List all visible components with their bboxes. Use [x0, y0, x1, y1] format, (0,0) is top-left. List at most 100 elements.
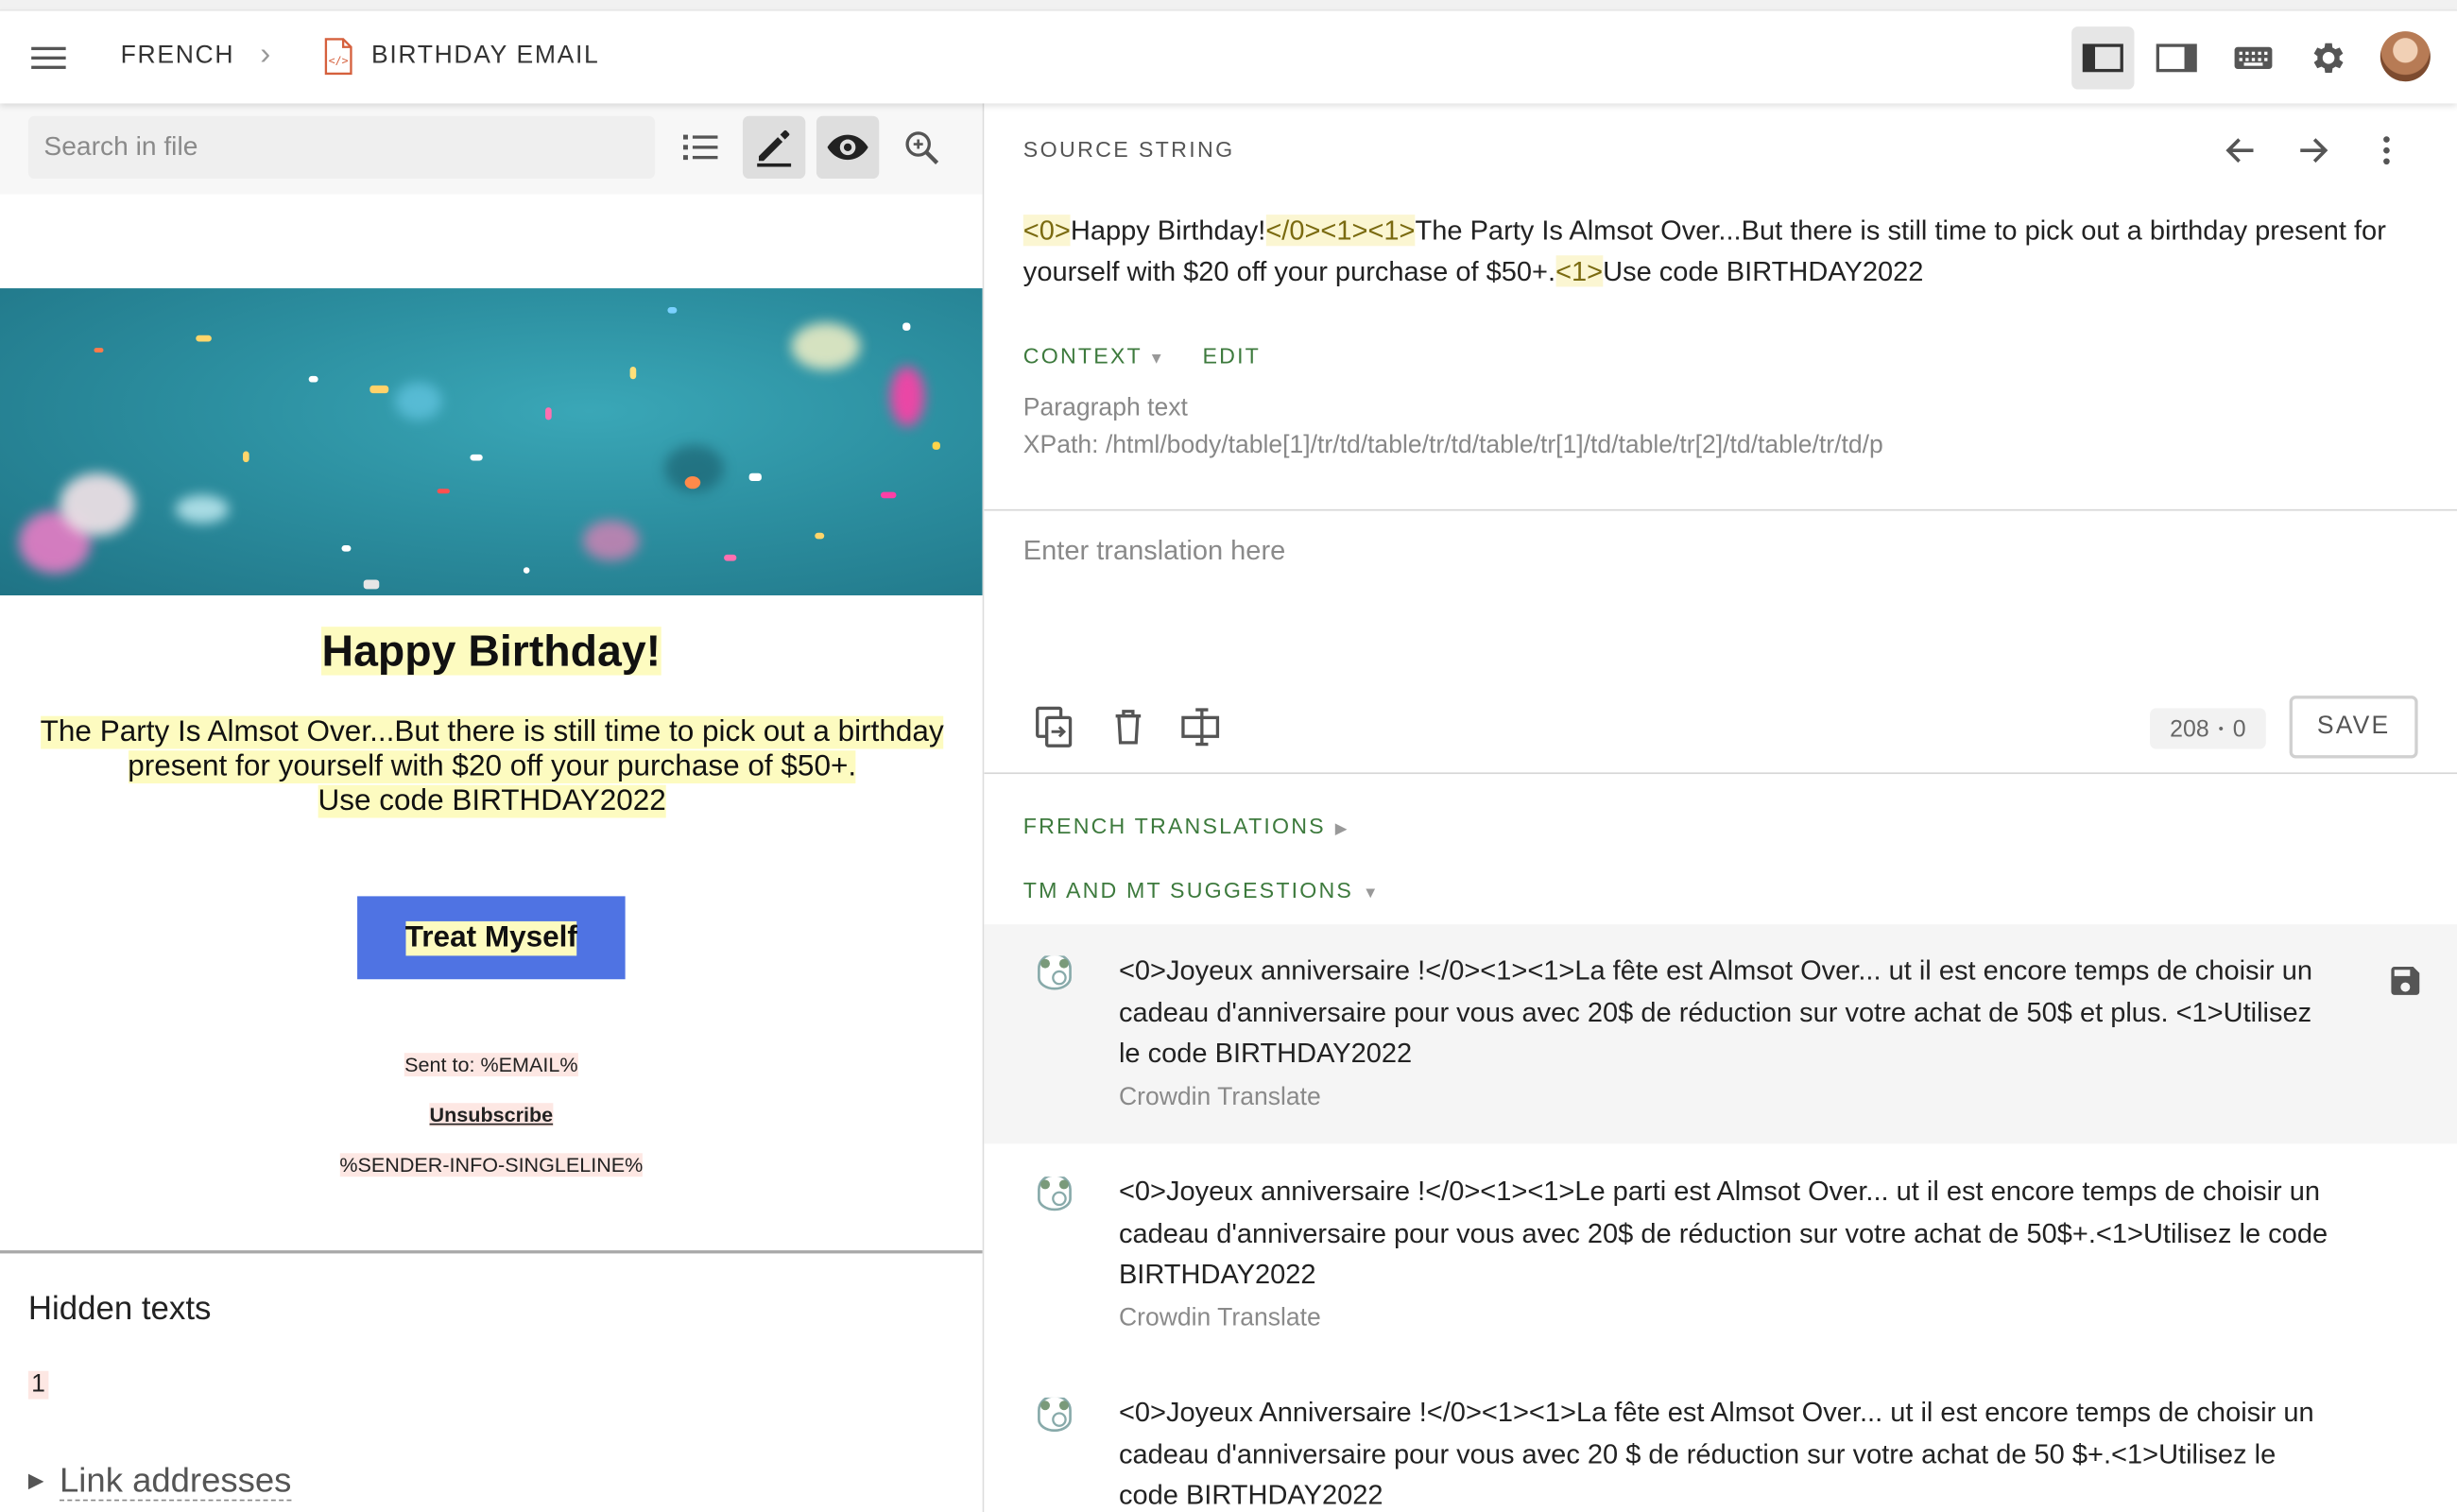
html-file-icon: </>	[323, 38, 354, 76]
arrow-left-icon[interactable]	[2219, 129, 2262, 172]
suggestion-source: Crowdin Translate	[1118, 1305, 1321, 1332]
confetti	[684, 476, 701, 490]
trash-icon[interactable]	[1105, 703, 1152, 750]
menu-icon[interactable]	[31, 41, 69, 72]
app-root: FRENCH › </> BIRTHDAY EMAIL Search in fi…	[0, 0, 2457, 1512]
divider	[984, 508, 2457, 511]
bokeh	[791, 322, 861, 370]
hidden-texts-title: Hidden texts	[27, 1291, 212, 1328]
tm-mt-toggle[interactable]: TM AND MT SUGGESTIONS ▼	[1023, 877, 1381, 902]
unsubscribe-link[interactable]: Unsubscribe	[0, 1103, 983, 1126]
divider	[0, 1250, 983, 1254]
confetti	[667, 306, 678, 314]
tm-mt-label: TM AND MT SUGGESTIONS	[1022, 877, 1354, 903]
tag-1[interactable]: <1>	[1555, 255, 1604, 287]
counter-translation: 0	[2232, 714, 2246, 743]
context-toggle[interactable]: CONTEXT	[1023, 343, 1143, 369]
tag-close-0[interactable]: </0><1><1>	[1265, 215, 1416, 247]
bokeh	[60, 472, 135, 537]
triangle-right-icon: ▶	[1334, 820, 1349, 839]
bokeh	[582, 520, 640, 561]
svg-text:</>: </>	[329, 54, 349, 67]
confetti	[369, 385, 389, 394]
source-segment: Happy Birthday!	[1070, 215, 1266, 247]
confetti	[815, 532, 825, 540]
sent-to: Sent to: %EMAIL%	[404, 1053, 578, 1077]
divider	[984, 772, 2457, 775]
confetti	[363, 579, 380, 590]
pencil-icon[interactable]	[742, 115, 806, 180]
cta-label: Treat Myself	[404, 920, 577, 955]
zoom-icon[interactable]	[890, 116, 953, 179]
eye-icon[interactable]	[816, 115, 880, 180]
save-button[interactable]: SAVE	[2289, 696, 2418, 759]
counter-source: 208	[2170, 714, 2209, 743]
suggestion-text: <0>Joyeux Anniversaire !</0><1><1>La fêt…	[1118, 1396, 2314, 1511]
confetti	[196, 335, 212, 342]
bokeh	[889, 366, 925, 426]
layout-left-icon[interactable]	[2071, 26, 2135, 90]
sender-info: %SENDER-INFO-SINGLELINE%	[339, 1153, 644, 1177]
breadcrumb-file[interactable]: BIRTHDAY EMAIL	[371, 43, 599, 71]
email-body-line2: present for yourself with $20 off your p…	[128, 750, 857, 783]
triangle-down-icon: ▼	[1363, 885, 1381, 903]
translation-input[interactable]	[1022, 534, 2403, 676]
suggestion-text: <0>Joyeux anniversaire !</0><1><1>Le par…	[1118, 1175, 2328, 1290]
copy-source-icon[interactable]	[1031, 703, 1078, 750]
confetti	[932, 441, 940, 450]
context-text: Paragraph text	[1022, 394, 1188, 422]
confetti	[724, 554, 737, 561]
breadcrumb-language[interactable]: FRENCH	[121, 43, 235, 71]
confetti	[243, 451, 249, 463]
suggestion-text: <0>Joyeux anniversaire !</0><1><1>La fêt…	[1118, 954, 2313, 1069]
top-bar: FRENCH › </> BIRTHDAY EMAIL	[0, 9, 2457, 104]
confetti	[437, 489, 450, 494]
email-body-line1: The Party Is Almsot Over...But there is …	[40, 715, 944, 749]
bokeh	[394, 382, 442, 421]
link-addresses-label: Link addresses	[60, 1460, 292, 1502]
save-icon[interactable]	[2386, 962, 2424, 1000]
char-counter: 208 • 0	[2150, 708, 2266, 749]
confetti	[341, 544, 352, 552]
confetti	[748, 472, 762, 482]
suggestion-item[interactable]: <0>Joyeux Anniversaire !</0><1><1>La fêt…	[984, 1366, 2457, 1512]
suggestion-item[interactable]: <0>Joyeux anniversaire !</0><1><1>Le par…	[984, 1145, 2457, 1365]
bokeh	[175, 494, 230, 524]
confetti	[94, 348, 104, 353]
layout-right-icon[interactable]	[2145, 26, 2208, 89]
confetti	[523, 567, 530, 574]
tag-0[interactable]: <0>	[1022, 215, 1071, 247]
arrow-right-icon[interactable]	[2291, 129, 2334, 172]
keyboard-icon[interactable]	[2222, 26, 2284, 89]
more-vert-icon[interactable]	[2364, 129, 2408, 172]
email-body-line3: Use code BIRTHDAY2022	[318, 784, 666, 818]
engine-icon	[1033, 1394, 1076, 1433]
edit-context-link[interactable]: EDIT	[1203, 343, 1262, 369]
split-icon[interactable]	[1178, 703, 1226, 750]
confetti-banner	[0, 288, 983, 596]
gear-icon[interactable]	[2297, 26, 2360, 89]
source-string: <0>Happy Birthday!</0><1><1>The Party Is…	[1022, 210, 2402, 291]
top-strip	[0, 0, 2457, 9]
preview-panel: Happy Birthday! The Party Is Almsot Over…	[0, 103, 983, 1512]
search-input[interactable]	[27, 115, 656, 180]
confetti	[902, 322, 911, 331]
chevron-right-icon: ›	[260, 37, 271, 73]
source-string-label: SOURCE STRING	[1022, 136, 1235, 162]
email-title: Happy Birthday!	[321, 627, 662, 676]
triangle-right-icon: ▶	[27, 1468, 44, 1492]
triangle-down-icon[interactable]: ▼	[1148, 351, 1166, 368]
suggestion-item[interactable]: <0>Joyeux anniversaire !</0><1><1>La fêt…	[984, 924, 2457, 1144]
confetti	[308, 375, 318, 383]
hidden-text-item[interactable]: 1	[27, 1370, 49, 1400]
list-icon[interactable]	[669, 116, 731, 179]
engine-icon	[1033, 1174, 1076, 1211]
suggestion-source: Crowdin Translate	[1118, 1084, 1321, 1111]
source-segment: Use code BIRTHDAY2022	[1603, 255, 1924, 287]
confetti	[880, 491, 897, 499]
treat-myself-button[interactable]: Treat Myself	[357, 896, 626, 980]
french-translations-toggle[interactable]: FRENCH TRANSLATIONS ▶	[1023, 814, 1349, 839]
link-addresses-toggle[interactable]: ▶ Link addresses	[27, 1460, 292, 1502]
search-box	[27, 115, 656, 180]
avatar[interactable]	[2380, 31, 2431, 82]
